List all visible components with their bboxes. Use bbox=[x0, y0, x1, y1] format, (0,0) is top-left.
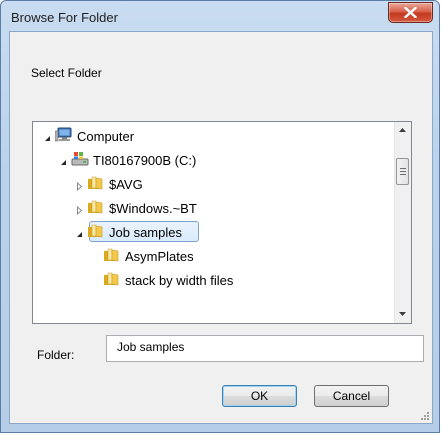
tree-expanded-icon bbox=[45, 136, 50, 141]
resize-grip-icon[interactable] bbox=[419, 410, 430, 421]
dialog-body: Select Folder Computer TI80167900B (C:) $A… bbox=[9, 31, 433, 424]
tree-item[interactable]: $AVG bbox=[33, 172, 391, 196]
tree-collapsed-icon bbox=[77, 205, 83, 216]
tree-item-label: AsymPlates bbox=[125, 249, 194, 264]
cancel-button[interactable]: Cancel bbox=[314, 385, 389, 407]
arrow-down-icon bbox=[399, 312, 406, 316]
scroll-thumb[interactable] bbox=[396, 158, 409, 185]
tree-item-label: Computer bbox=[77, 129, 135, 144]
tree-collapsed-icon bbox=[77, 181, 83, 192]
folder-icon bbox=[87, 223, 105, 239]
tree-expander[interactable] bbox=[43, 131, 52, 141]
drive-icon bbox=[71, 151, 89, 167]
tree-expander[interactable] bbox=[75, 203, 84, 216]
tree-expander[interactable] bbox=[75, 179, 84, 192]
title-bar[interactable]: Browse For Folder bbox=[1, 1, 439, 29]
browse-for-folder-dialog: Browse For Folder Select Folder Computer… bbox=[0, 0, 440, 433]
folder-label: Folder: bbox=[37, 348, 75, 362]
tree-expanded-icon bbox=[77, 232, 82, 237]
tree-expander[interactable] bbox=[75, 227, 84, 237]
tree-item-label: stack by width files bbox=[125, 273, 234, 288]
scroll-up-button[interactable] bbox=[395, 122, 411, 139]
tree-item-label: $AVG bbox=[109, 177, 143, 192]
tree-item-label: $Windows.~BT bbox=[109, 201, 197, 216]
tree-expander[interactable] bbox=[59, 155, 68, 165]
folder-icon bbox=[87, 175, 105, 191]
close-icon bbox=[404, 7, 417, 18]
tree-expanded-icon bbox=[61, 160, 66, 165]
tree-item[interactable]: Computer bbox=[33, 124, 391, 148]
tree-item[interactable]: TI80167900B (C:) bbox=[33, 148, 391, 172]
tree-item[interactable]: AsymPlates bbox=[33, 244, 391, 268]
description-label: Select Folder bbox=[31, 66, 102, 80]
tree-item[interactable]: $Windows.~BT bbox=[33, 196, 391, 220]
tree-item[interactable]: stack by width files bbox=[33, 268, 391, 292]
folder-input[interactable] bbox=[106, 335, 424, 362]
folder-tree[interactable]: Computer TI80167900B (C:) $AVG $Windows.~BT… bbox=[32, 121, 412, 324]
tree-item[interactable]: Job samples bbox=[33, 220, 391, 244]
arrow-up-icon bbox=[399, 128, 406, 132]
folder-icon bbox=[103, 247, 121, 263]
vertical-scrollbar[interactable] bbox=[394, 122, 411, 323]
ok-button[interactable]: OK bbox=[222, 385, 297, 407]
folder-icon bbox=[103, 271, 121, 287]
tree-item-label: Job samples bbox=[109, 225, 182, 240]
tree-item-label: TI80167900B (C:) bbox=[93, 153, 197, 168]
close-button[interactable] bbox=[388, 2, 433, 23]
dialog-title: Browse For Folder bbox=[11, 10, 118, 25]
folder-icon bbox=[87, 199, 105, 215]
computer-icon bbox=[54, 127, 73, 143]
scroll-down-button[interactable] bbox=[395, 306, 411, 323]
